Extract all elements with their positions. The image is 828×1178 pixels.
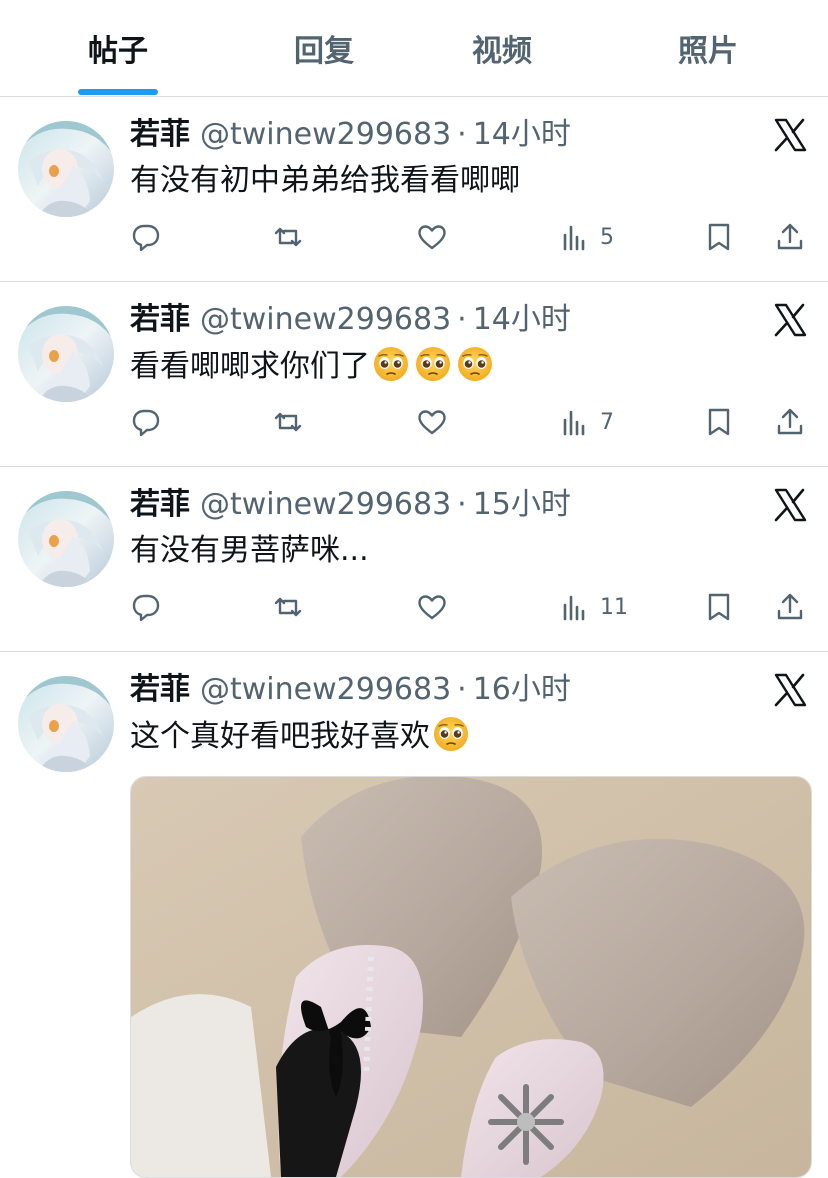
display-name[interactable]: 若菲	[130, 302, 190, 337]
post[interactable]: 若菲 @twinew299683 · 14小时 看看唧唧求你们了 7	[0, 282, 828, 467]
reply-icon	[132, 594, 160, 622]
bookmark-button[interactable]	[703, 587, 735, 627]
views-icon	[563, 225, 585, 251]
views-button[interactable]: 11	[560, 587, 628, 627]
views-count: 7	[600, 409, 614, 435]
views-count: 5	[600, 224, 614, 250]
bookmark-button[interactable]	[703, 402, 735, 442]
timestamp[interactable]: 14小时	[473, 117, 571, 152]
post-text: 这个真好看吧我好喜欢	[130, 719, 430, 754]
views-icon	[563, 595, 585, 621]
bookmark-icon	[708, 223, 730, 251]
post-text: 看看唧唧求你们了	[130, 349, 370, 384]
user-handle[interactable]: @twinew299683	[200, 117, 451, 152]
separator-dot: ·	[457, 117, 467, 152]
user-handle[interactable]: @twinew299683	[200, 302, 451, 337]
timestamp[interactable]: 16小时	[473, 672, 571, 707]
post-actions: 7	[0, 402, 828, 442]
like-icon	[418, 595, 446, 620]
post-text: 有没有男菩萨咪...	[130, 533, 369, 568]
retweet-button[interactable]	[272, 217, 304, 257]
views-button[interactable]: 5	[560, 217, 614, 257]
views-icon	[563, 410, 585, 436]
profile-tabs: 帖子 回复 视频 照片	[0, 0, 828, 97]
pleading-face-emoji	[457, 346, 493, 382]
tab-videos[interactable]: 视频	[444, 30, 560, 74]
post-text: 有没有初中弟弟给我看看唧唧	[130, 163, 520, 198]
share-button[interactable]	[774, 587, 806, 627]
post-header: 若菲 @twinew299683 · 14小时	[130, 300, 571, 340]
x-logo-icon	[772, 487, 808, 523]
display-name[interactable]: 若菲	[130, 487, 190, 522]
views-button[interactable]: 7	[560, 402, 614, 442]
pleading-face-emoji	[415, 346, 451, 382]
pleading-face-emoji	[373, 346, 409, 382]
share-icon	[777, 408, 803, 435]
user-handle[interactable]: @twinew299683	[200, 672, 451, 707]
post-header: 若菲 @twinew299683 · 15小时	[130, 485, 571, 525]
avatar[interactable]	[18, 121, 114, 217]
bookmark-icon	[708, 593, 730, 621]
avatar[interactable]	[18, 491, 114, 587]
like-icon	[418, 410, 446, 435]
post-header: 若菲 @twinew299683 · 14小时	[130, 115, 571, 155]
timestamp[interactable]: 15小时	[473, 487, 571, 522]
share-button[interactable]	[774, 217, 806, 257]
like-button[interactable]	[416, 217, 448, 257]
share-icon	[777, 593, 803, 620]
active-tab-indicator	[78, 89, 158, 95]
display-name[interactable]: 若菲	[130, 672, 190, 707]
share-icon	[777, 223, 803, 250]
post-text-row: 看看唧唧求你们了	[130, 346, 496, 387]
views-count: 11	[600, 594, 628, 620]
post-actions: 11	[0, 587, 828, 627]
reply-button[interactable]	[130, 402, 162, 442]
reply-icon	[132, 224, 160, 252]
separator-dot: ·	[457, 487, 467, 522]
pleading-face-emoji	[433, 716, 469, 752]
post[interactable]: 若菲 @twinew299683 · 14小时 有没有初中弟弟给我看看唧唧 5	[0, 97, 828, 282]
separator-dot: ·	[457, 302, 467, 337]
user-handle[interactable]: @twinew299683	[200, 487, 451, 522]
tab-replies[interactable]: 回复	[266, 30, 382, 74]
nail-photo	[131, 777, 811, 1177]
tab-posts[interactable]: 帖子	[60, 30, 176, 74]
avatar[interactable]	[18, 306, 114, 402]
x-logo-icon	[772, 672, 808, 708]
retweet-button[interactable]	[272, 587, 304, 627]
post-header: 若菲 @twinew299683 · 16小时	[130, 670, 571, 710]
reply-button[interactable]	[130, 217, 162, 257]
timestamp[interactable]: 14小时	[473, 302, 571, 337]
like-button[interactable]	[416, 402, 448, 442]
like-icon	[418, 225, 446, 250]
tab-photos[interactable]: 照片	[650, 30, 766, 74]
x-logo-icon	[772, 117, 808, 153]
post[interactable]: 若菲 @twinew299683 · 15小时 有没有男菩萨咪... 11	[0, 467, 828, 652]
reply-icon	[132, 409, 160, 437]
retweet-button[interactable]	[272, 402, 304, 442]
x-logo-icon	[772, 302, 808, 338]
retweet-icon	[274, 227, 302, 247]
post-text-row: 这个真好看吧我好喜欢	[130, 716, 472, 757]
post-actions: 5	[0, 217, 828, 257]
separator-dot: ·	[457, 672, 467, 707]
like-button[interactable]	[416, 587, 448, 627]
retweet-icon	[274, 597, 302, 617]
bookmark-button[interactable]	[703, 217, 735, 257]
display-name[interactable]: 若菲	[130, 117, 190, 152]
reply-button[interactable]	[130, 587, 162, 627]
bookmark-icon	[708, 408, 730, 436]
post-media-image[interactable]	[130, 776, 812, 1178]
share-button[interactable]	[774, 402, 806, 442]
avatar[interactable]	[18, 676, 114, 772]
retweet-icon	[274, 412, 302, 432]
